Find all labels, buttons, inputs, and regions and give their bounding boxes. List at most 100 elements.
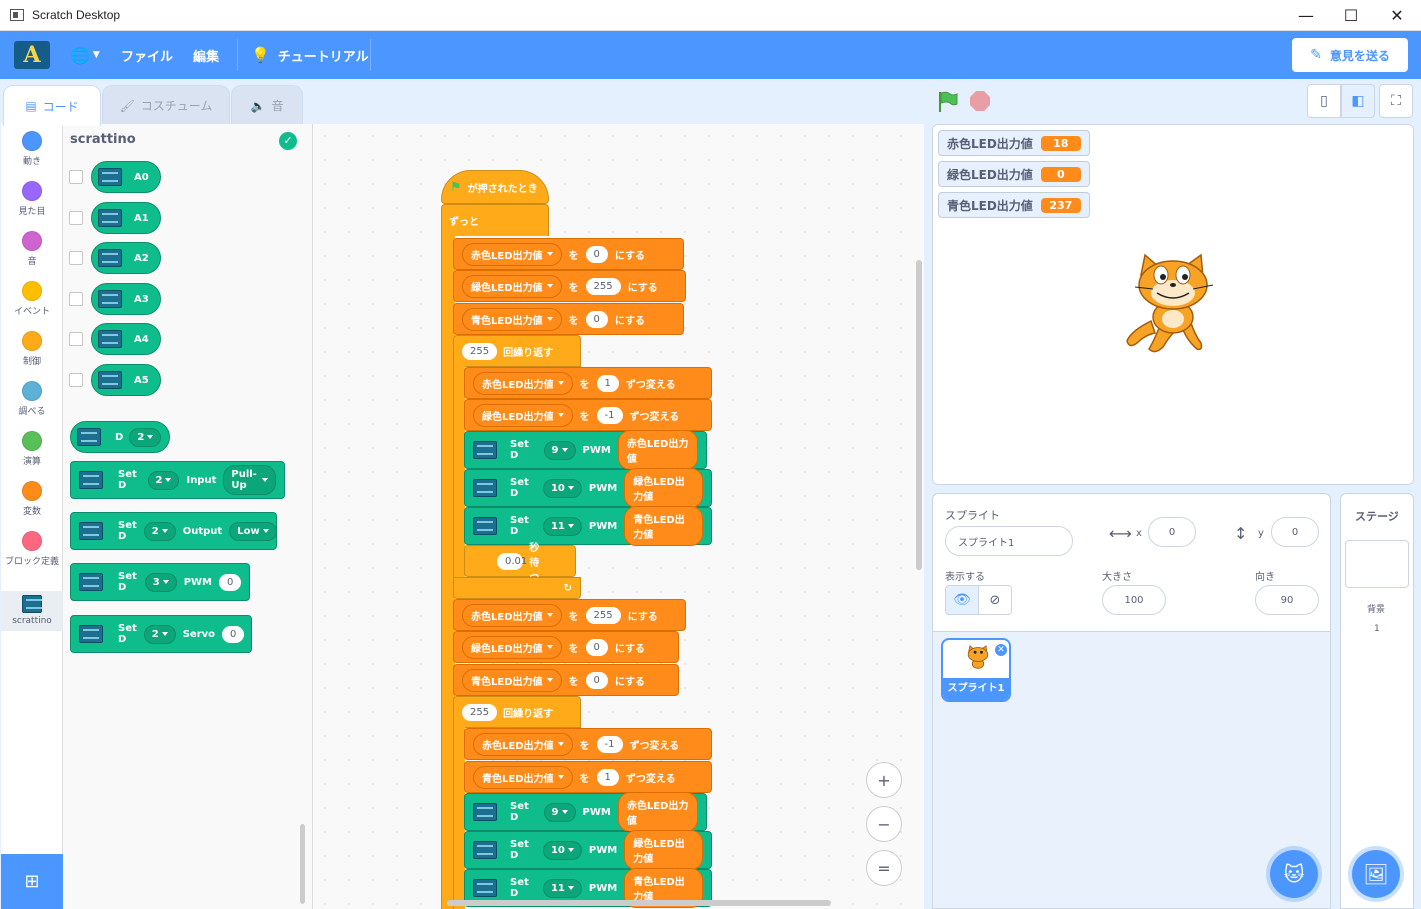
- digital-reporter-block[interactable]: D2: [70, 421, 170, 453]
- minimize-button[interactable]: —: [1283, 0, 1329, 31]
- close-window-button[interactable]: ✕: [1374, 0, 1420, 31]
- variable-reporter[interactable]: 緑色LED出力値: [624, 830, 703, 870]
- repeat-count-input[interactable]: 255: [462, 703, 498, 721]
- analog-reporter-block[interactable]: A1: [91, 202, 161, 234]
- sprite-name-input[interactable]: スプライト1: [945, 526, 1073, 556]
- set-pwm-block[interactable]: Set D 11 PWM 青色LED出力値: [464, 506, 712, 546]
- zoom-reset-button[interactable]: =: [866, 850, 902, 886]
- variable-reporter[interactable]: 赤色LED出力値: [617, 792, 698, 832]
- analog-reporter-block[interactable]: A2: [91, 242, 161, 274]
- category-events[interactable]: イベント: [1, 281, 63, 317]
- pin-dropdown[interactable]: 2: [143, 521, 176, 541]
- category-motion[interactable]: 動き: [1, 131, 63, 167]
- value-input[interactable]: 0: [585, 310, 608, 328]
- monitor-checkbox[interactable]: [69, 251, 83, 265]
- when-flag-clicked-block[interactable]: ⚑ が押されたとき: [441, 170, 549, 204]
- horizontal-scrollbar[interactable]: [447, 900, 831, 906]
- category-looks[interactable]: 見た目: [1, 181, 63, 217]
- monitor-checkbox[interactable]: [69, 292, 83, 306]
- pin-dropdown[interactable]: 11: [542, 516, 582, 536]
- mode-dropdown[interactable]: Pull-Up: [223, 465, 276, 495]
- value-input[interactable]: 0: [585, 638, 608, 656]
- variable-dropdown[interactable]: 青色LED出力値: [462, 307, 562, 331]
- stop-button[interactable]: [970, 91, 990, 111]
- show-sprite-button[interactable]: 👁: [945, 585, 979, 615]
- value-input[interactable]: -1: [596, 735, 623, 753]
- servo-value-input[interactable]: 0: [222, 625, 245, 643]
- add-backdrop-button[interactable]: 🖼: [1352, 850, 1400, 898]
- fullscreen-button[interactable]: ⛶: [1379, 84, 1413, 118]
- variable-dropdown[interactable]: 赤色LED出力値: [473, 732, 573, 756]
- y-input[interactable]: 0: [1271, 517, 1319, 547]
- monitor-checkbox[interactable]: [69, 332, 83, 346]
- variable-reporter[interactable]: 緑色LED出力値: [624, 468, 703, 508]
- pin-dropdown[interactable]: 11: [542, 878, 582, 898]
- value-input[interactable]: 1: [596, 768, 619, 786]
- wait-seconds-input[interactable]: 0.01: [497, 552, 527, 570]
- variable-dropdown[interactable]: 青色LED出力値: [462, 668, 562, 692]
- category-variables[interactable]: 変数: [1, 481, 63, 517]
- pin-dropdown[interactable]: 9: [543, 440, 576, 460]
- hide-sprite-button[interactable]: ⊘: [978, 585, 1012, 615]
- tab-costumes[interactable]: 🖌 コスチューム: [102, 85, 230, 125]
- category-sound[interactable]: 音: [1, 231, 63, 267]
- edit-menu[interactable]: 編集: [193, 31, 219, 79]
- change-variable-block[interactable]: 赤色LED出力値を -1 ずつ変える: [464, 728, 712, 760]
- set-pwm-block[interactable]: Set D 9 PWM 赤色LED出力値: [464, 430, 707, 470]
- green-flag-button[interactable]: [936, 90, 960, 114]
- add-sprite-button[interactable]: 🐱: [1270, 850, 1318, 898]
- stage-selector[interactable]: ステージ 背景 1: [1340, 493, 1414, 909]
- tab-sounds[interactable]: 🔈 音: [231, 85, 303, 125]
- pin-dropdown[interactable]: 9: [543, 802, 576, 822]
- pin-dropdown[interactable]: 2: [129, 427, 162, 447]
- monitor-checkbox[interactable]: [69, 211, 83, 225]
- set-input-block[interactable]: Set D 2 Input Pull-Up: [70, 461, 285, 499]
- change-variable-block[interactable]: 緑色LED出力値を -1 ずつ変える: [464, 399, 712, 431]
- file-menu[interactable]: ファイル: [121, 31, 173, 79]
- tutorials-menu[interactable]: 💡 チュートリアル: [251, 31, 369, 79]
- category-scrattino[interactable]: scrattino: [1, 591, 63, 631]
- small-stage-button[interactable]: ▯: [1307, 84, 1341, 118]
- app-logo[interactable]: A: [14, 41, 50, 69]
- analog-reporter-block[interactable]: A0: [91, 161, 161, 193]
- category-sensing[interactable]: 調べる: [1, 381, 63, 417]
- set-variable-block[interactable]: 緑色LED出力値を 255 にする: [453, 270, 686, 302]
- value-input[interactable]: 0: [585, 671, 608, 689]
- repeat-block[interactable]: 255 回繰り返す: [453, 335, 581, 367]
- forever-block[interactable]: ずっと: [441, 204, 549, 236]
- repeat-block[interactable]: 255 回繰り返す: [453, 696, 581, 728]
- pin-dropdown[interactable]: 2: [143, 624, 176, 644]
- set-variable-block[interactable]: 青色LED出力値を 0 にする: [453, 664, 679, 696]
- value-input[interactable]: -1: [596, 406, 623, 424]
- normal-stage-button[interactable]: ◧: [1341, 84, 1375, 118]
- value-input[interactable]: 1: [596, 374, 619, 392]
- size-input[interactable]: 100: [1102, 585, 1166, 615]
- zoom-out-button[interactable]: −: [866, 806, 902, 842]
- analog-reporter-block[interactable]: A5: [91, 364, 161, 396]
- tab-code[interactable]: ▤ コード: [3, 85, 101, 126]
- set-servo-block[interactable]: Set D 2 Servo 0: [70, 615, 252, 653]
- variable-reporter[interactable]: 青色LED出力値: [624, 506, 703, 546]
- x-input[interactable]: 0: [1148, 517, 1196, 547]
- pin-dropdown[interactable]: 10: [542, 840, 582, 860]
- variable-dropdown[interactable]: 緑色LED出力値: [462, 274, 562, 298]
- value-input[interactable]: 255: [585, 606, 621, 624]
- set-output-block[interactable]: Set D 2 Output Low: [70, 512, 277, 550]
- zoom-in-button[interactable]: +: [866, 762, 902, 798]
- category-my-blocks[interactable]: ブロック定義: [1, 531, 63, 570]
- repeat-count-input[interactable]: 255: [462, 342, 498, 360]
- change-variable-block[interactable]: 赤色LED出力値を 1 ずつ変える: [464, 367, 712, 399]
- variable-dropdown[interactable]: 赤色LED出力値: [462, 242, 562, 266]
- level-dropdown[interactable]: Low: [229, 521, 277, 541]
- variable-dropdown[interactable]: 緑色LED出力値: [462, 635, 562, 659]
- wait-block[interactable]: 0.01秒待つ: [464, 543, 576, 584]
- monitor-checkbox[interactable]: [69, 170, 83, 184]
- delete-sprite-button[interactable]: ✕: [994, 643, 1008, 657]
- set-variable-block[interactable]: 青色LED出力値を 0 にする: [453, 303, 684, 335]
- variable-dropdown[interactable]: 緑色LED出力値: [473, 403, 573, 427]
- language-menu[interactable]: 🌐 ▼: [70, 31, 100, 79]
- pin-dropdown[interactable]: 10: [542, 478, 582, 498]
- set-pwm-block[interactable]: Set D 10 PWM 緑色LED出力値: [464, 830, 712, 870]
- variable-dropdown[interactable]: 赤色LED出力値: [473, 371, 573, 395]
- feedback-button[interactable]: ✎ 意見を送る: [1292, 38, 1408, 72]
